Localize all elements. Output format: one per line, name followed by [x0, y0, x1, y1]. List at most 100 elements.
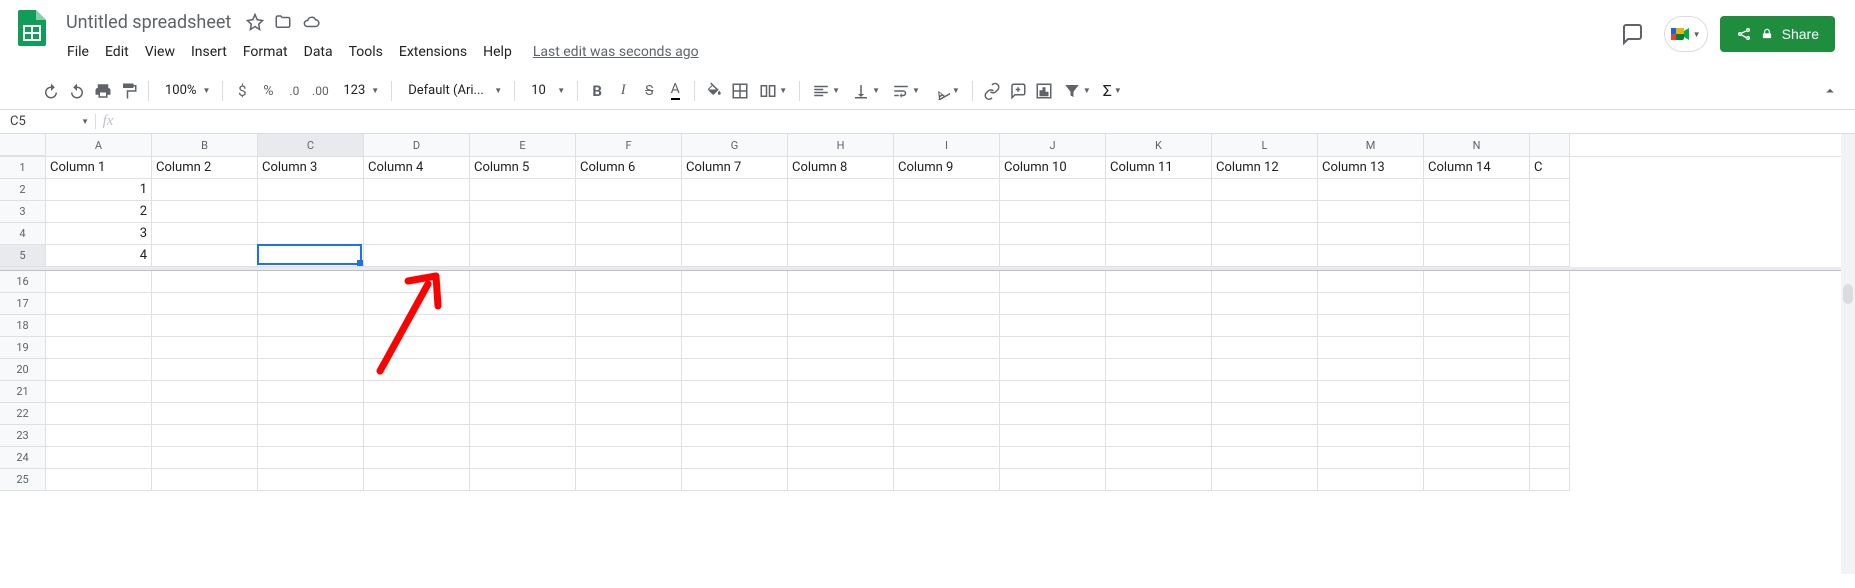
column-header[interactable]: L	[1212, 134, 1318, 156]
cell[interactable]	[1106, 315, 1212, 337]
column-header[interactable]: N	[1424, 134, 1530, 156]
cell[interactable]	[894, 469, 1000, 491]
cell[interactable]	[1106, 359, 1212, 381]
insert-link-button[interactable]	[979, 78, 1005, 104]
cell[interactable]	[258, 403, 364, 425]
row-header[interactable]: 1	[0, 157, 46, 179]
cell[interactable]	[364, 447, 470, 469]
vertical-align-button[interactable]: ▼	[846, 78, 886, 104]
menu-help[interactable]: Help	[476, 40, 519, 64]
cell[interactable]	[1000, 179, 1106, 201]
paint-format-button[interactable]	[116, 78, 142, 104]
more-formats-button[interactable]: 123▼	[333, 78, 385, 104]
cell[interactable]	[894, 201, 1000, 223]
row-header[interactable]: 19	[0, 337, 46, 359]
cell[interactable]	[46, 271, 152, 293]
cell[interactable]	[152, 403, 258, 425]
cell[interactable]	[364, 425, 470, 447]
column-header[interactable]: C	[258, 134, 364, 156]
cell[interactable]: Column 11	[1106, 157, 1212, 179]
cell[interactable]: Column 4	[364, 157, 470, 179]
cell[interactable]	[682, 201, 788, 223]
strikethrough-button[interactable]: S	[636, 78, 662, 104]
cell[interactable]	[682, 293, 788, 315]
cell[interactable]	[788, 447, 894, 469]
cell[interactable]	[576, 245, 682, 267]
italic-button[interactable]: I	[610, 78, 636, 104]
cell[interactable]	[894, 293, 1000, 315]
cell[interactable]	[470, 337, 576, 359]
cell[interactable]	[682, 337, 788, 359]
row-header[interactable]: 23	[0, 425, 46, 447]
cell[interactable]	[1000, 403, 1106, 425]
cell[interactable]	[1318, 359, 1424, 381]
cell[interactable]	[576, 337, 682, 359]
cell[interactable]	[46, 315, 152, 337]
insert-comment-button[interactable]	[1005, 78, 1031, 104]
cell[interactable]	[1106, 271, 1212, 293]
cell[interactable]	[1530, 201, 1570, 223]
cell[interactable]	[1212, 271, 1318, 293]
cell[interactable]	[1212, 469, 1318, 491]
row-header[interactable]: 20	[0, 359, 46, 381]
cell[interactable]	[682, 223, 788, 245]
cell[interactable]	[682, 179, 788, 201]
cell[interactable]: Column 7	[682, 157, 788, 179]
cell[interactable]	[682, 315, 788, 337]
cell[interactable]	[1106, 293, 1212, 315]
cell[interactable]	[1318, 447, 1424, 469]
cell[interactable]	[152, 337, 258, 359]
cell[interactable]	[576, 315, 682, 337]
cell[interactable]	[1212, 315, 1318, 337]
cell[interactable]	[682, 469, 788, 491]
cell[interactable]	[152, 201, 258, 223]
menu-format[interactable]: Format	[236, 40, 295, 64]
column-header[interactable]: H	[788, 134, 894, 156]
cell[interactable]	[1318, 403, 1424, 425]
cell[interactable]: Column 1	[46, 157, 152, 179]
cell[interactable]	[1000, 381, 1106, 403]
cell[interactable]: Column 10	[1000, 157, 1106, 179]
cell[interactable]	[46, 359, 152, 381]
cell[interactable]	[1530, 315, 1570, 337]
cell[interactable]	[1530, 469, 1570, 491]
sheets-logo[interactable]	[12, 8, 52, 48]
cell[interactable]: Column 5	[470, 157, 576, 179]
cell[interactable]	[364, 223, 470, 245]
cell[interactable]	[1424, 447, 1530, 469]
cell[interactable]: Column 13	[1318, 157, 1424, 179]
cell[interactable]	[788, 359, 894, 381]
cell[interactable]	[1318, 469, 1424, 491]
cell[interactable]	[470, 469, 576, 491]
text-rotation-button[interactable]: ▼	[926, 78, 966, 104]
cell[interactable]	[1212, 381, 1318, 403]
column-header[interactable]: E	[470, 134, 576, 156]
cell[interactable]	[152, 469, 258, 491]
cell[interactable]	[258, 201, 364, 223]
cell[interactable]	[46, 337, 152, 359]
cell[interactable]	[364, 293, 470, 315]
cell[interactable]	[1530, 271, 1570, 293]
last-edit-link[interactable]: Last edit was seconds ago	[533, 44, 699, 60]
cell[interactable]	[152, 315, 258, 337]
cell[interactable]	[576, 201, 682, 223]
cell[interactable]	[1530, 337, 1570, 359]
cell[interactable]	[258, 315, 364, 337]
cell[interactable]	[1212, 359, 1318, 381]
cell[interactable]	[1000, 271, 1106, 293]
column-header[interactable]: K	[1106, 134, 1212, 156]
cell[interactable]	[1530, 359, 1570, 381]
insert-chart-button[interactable]	[1031, 78, 1057, 104]
menu-view[interactable]: View	[138, 40, 182, 64]
cell[interactable]	[470, 201, 576, 223]
zoom-select[interactable]: 100%▼	[155, 78, 216, 104]
cell[interactable]	[364, 403, 470, 425]
cell[interactable]	[470, 381, 576, 403]
cell[interactable]: 2	[46, 201, 152, 223]
cell[interactable]	[1318, 245, 1424, 267]
menu-data[interactable]: Data	[297, 40, 340, 64]
menu-edit[interactable]: Edit	[98, 40, 136, 64]
column-header[interactable]: I	[894, 134, 1000, 156]
cell[interactable]	[1106, 381, 1212, 403]
cell[interactable]	[576, 271, 682, 293]
